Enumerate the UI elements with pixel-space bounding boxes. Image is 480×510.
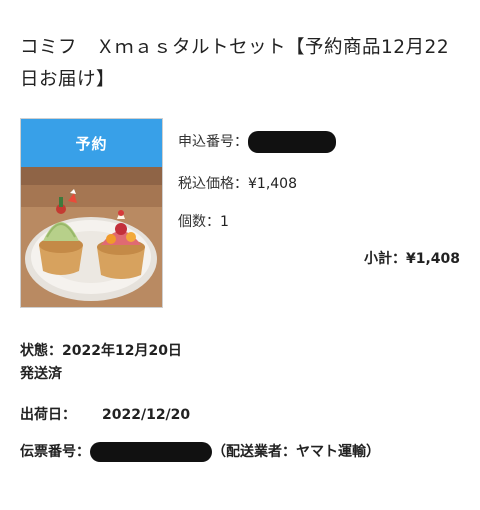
order-detail-page: コミフ Ｘｍａｓタルトセット【予約商品12月22日お届け】 予約 申込番号： 税…	[0, 0, 480, 510]
status-block: 状態：2022年12月20日 発送済	[20, 340, 182, 386]
status-state: 発送済	[20, 366, 62, 382]
status-line: 状態：2022年12月20日	[20, 340, 182, 363]
quantity-row: 個数：1	[178, 211, 229, 231]
tracking-number-redacted	[90, 442, 212, 462]
order-number-redacted	[248, 131, 336, 153]
price-label: 税込価格：	[178, 176, 248, 192]
ship-date-row: 出荷日： 2022/12/20	[20, 404, 190, 424]
tracking-row: 伝票番号： （配送業者：ヤマト運輸）	[20, 441, 380, 462]
product-card[interactable]: 予約	[20, 118, 163, 308]
price-row: 税込価格：¥1,408	[178, 173, 297, 193]
subtotal-row: 小計：¥1,408	[364, 248, 460, 268]
subtotal-value: ¥1,408	[405, 251, 460, 267]
product-title: コミフ Ｘｍａｓタルトセット【予約商品12月22日お届け】	[20, 37, 450, 90]
quantity-label: 個数：	[178, 214, 220, 230]
reserve-badge: 予約	[21, 119, 162, 167]
order-number-row: 申込番号：	[178, 131, 336, 153]
order-number-label: 申込番号：	[178, 134, 248, 150]
status-date: 2022年12月20日	[62, 343, 182, 359]
carrier-text: （配送業者：ヤマト運輸）	[212, 444, 380, 460]
price-value: ¥1,408	[248, 176, 297, 192]
subtotal-label: 小計：	[363, 251, 406, 267]
quantity-value: 1	[220, 214, 229, 230]
ship-date-label: 出荷日：	[20, 407, 76, 423]
tracking-label: 伝票番号：	[20, 444, 90, 460]
ship-date-value: 2022/12/20	[102, 407, 191, 423]
product-image	[21, 167, 162, 307]
status-label: 状態：	[20, 343, 62, 359]
